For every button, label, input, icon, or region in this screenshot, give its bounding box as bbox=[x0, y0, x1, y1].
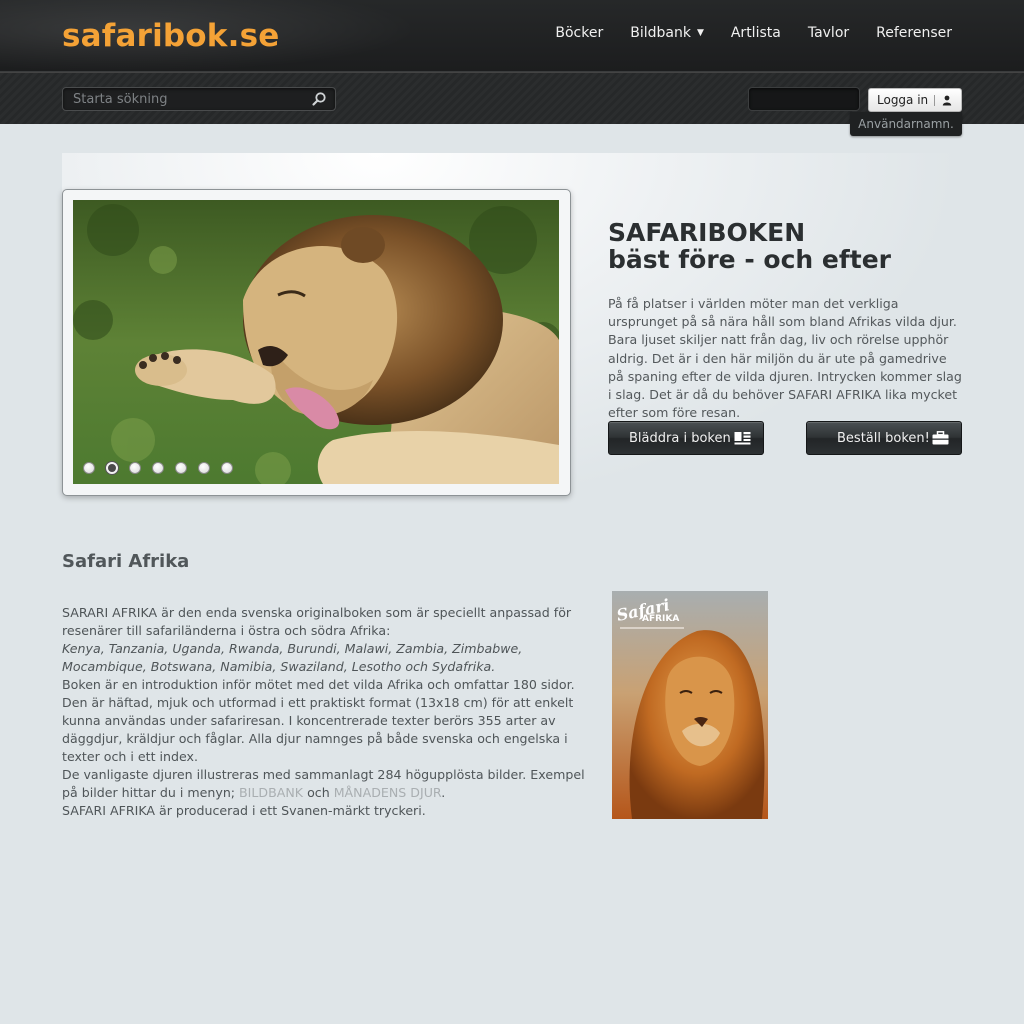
hero-title-line2: bäst före - och efter bbox=[608, 245, 891, 274]
main-nav: Böcker Bildbank ▼ Artlista Tavlor Refere… bbox=[528, 25, 952, 41]
browse-book-button[interactable]: Bläddra i boken bbox=[608, 421, 764, 455]
briefcase-icon bbox=[932, 431, 949, 445]
cover-title: AFRIKA bbox=[642, 614, 679, 624]
paragraph-images-and: och bbox=[303, 785, 334, 800]
site-logo[interactable]: safaribok.se bbox=[62, 18, 279, 54]
paragraph-intro: SARARI AFRIKA är den enda svenska origin… bbox=[62, 605, 572, 638]
nav-item-bildbank-label: Bildbank bbox=[630, 25, 691, 41]
hero-title-line1: SAFARIBOKEN bbox=[608, 218, 806, 247]
countries-list: Kenya, Tanzania, Uganda, Rwanda, Burundi… bbox=[62, 641, 523, 674]
nav-item-tavlor[interactable]: Tavlor bbox=[808, 25, 849, 41]
lion-photo bbox=[73, 200, 559, 484]
nav-item-bildbank[interactable]: Bildbank ▼ bbox=[630, 25, 704, 41]
slider-dot-4[interactable] bbox=[152, 462, 164, 474]
link-bildbank[interactable]: BILDBANK bbox=[239, 785, 303, 800]
slider-dot-2[interactable] bbox=[106, 462, 118, 474]
section-title: Safari Afrika bbox=[62, 551, 190, 572]
username-tooltip: Användarnamn. bbox=[850, 112, 962, 136]
search-icon[interactable] bbox=[311, 91, 327, 107]
slider-dot-3[interactable] bbox=[129, 462, 141, 474]
link-manadens-djur[interactable]: MÅNADENS DJUR bbox=[334, 785, 442, 800]
login-button[interactable]: Logga in bbox=[868, 88, 962, 112]
paragraph-pages: Boken är en introduktion inför mötet med… bbox=[62, 677, 575, 692]
slider-dot-1[interactable] bbox=[83, 462, 95, 474]
slider-dot-7[interactable] bbox=[221, 462, 233, 474]
browse-book-label: Bläddra i boken bbox=[629, 430, 731, 446]
hero-description: På få platser i världen möter man det ve… bbox=[608, 296, 962, 421]
cover-subtitle-line bbox=[620, 627, 684, 629]
book-icon bbox=[734, 432, 751, 445]
paragraph-images: De vanligaste djuren illustreras med sam… bbox=[62, 766, 592, 802]
login-button-label: Logga in bbox=[877, 93, 929, 107]
paragraph-print: SAFARI AFRIKA är producerad i ett Svanen… bbox=[62, 803, 426, 818]
username-field[interactable] bbox=[749, 88, 859, 110]
book-cover-photo: Safari AFRIKA bbox=[612, 591, 768, 819]
slider-dot-6[interactable] bbox=[198, 462, 210, 474]
order-book-button[interactable]: Beställ boken! bbox=[806, 421, 962, 455]
slider-image-lion[interactable] bbox=[73, 200, 559, 484]
slider-dot-5[interactable] bbox=[175, 462, 187, 474]
chevron-down-icon: ▼ bbox=[696, 28, 704, 38]
nav-item-artlista[interactable]: Artlista bbox=[731, 25, 781, 41]
user-icon bbox=[942, 95, 952, 105]
search-input[interactable] bbox=[63, 88, 303, 110]
slider-dots bbox=[83, 462, 233, 474]
divider bbox=[934, 94, 936, 106]
top-header: safaribok.se Böcker Bildbank ▼ Artlista … bbox=[0, 0, 1024, 72]
nav-item-referenser[interactable]: Referenser bbox=[876, 25, 952, 41]
paragraph-format: Den är häftad, mjuk och utformad i ett p… bbox=[62, 695, 574, 764]
search-box bbox=[62, 87, 336, 111]
book-description: SARARI AFRIKA är den enda svenska origin… bbox=[62, 604, 592, 820]
username-field-wrap bbox=[748, 87, 860, 111]
paragraph-images-end: . bbox=[441, 785, 446, 800]
hero-title: SAFARIBOKEN bäst före - och efter bbox=[608, 219, 891, 273]
book-cover-image: Safari AFRIKA bbox=[612, 591, 768, 819]
order-book-label: Beställ boken! bbox=[837, 430, 930, 446]
nav-item-bocker[interactable]: Böcker bbox=[555, 25, 603, 41]
